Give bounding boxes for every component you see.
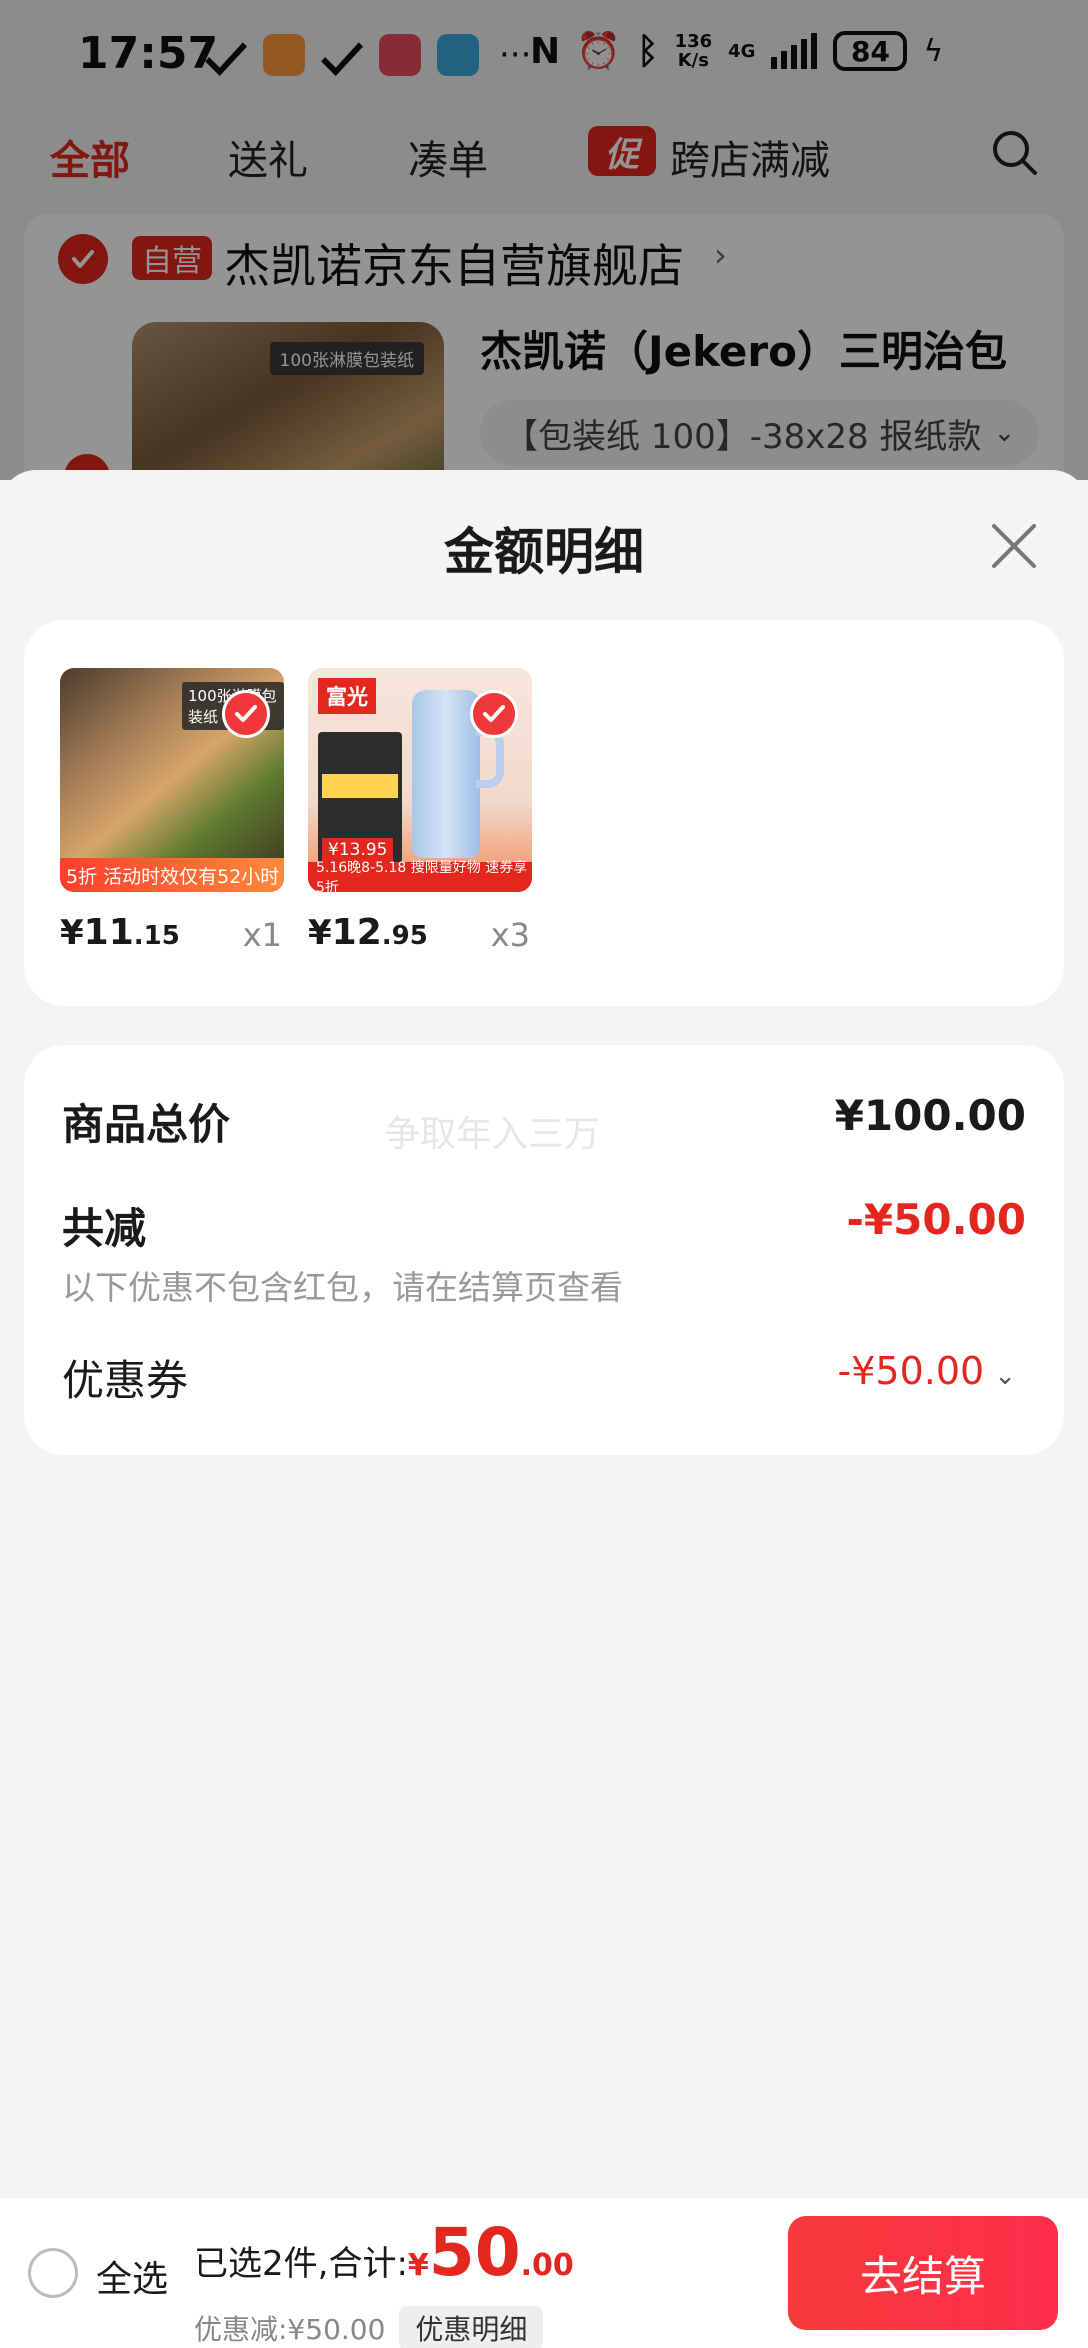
price-row: ¥11.15 x1 [60,912,284,960]
close-icon[interactable] [984,516,1044,576]
product-quantity: x3 [490,916,530,954]
total-decimals: .00 [520,2248,574,2283]
selected-count-text: 已选2件,合计: [194,2244,408,2284]
price-summary-card: 争取年入三万 商品总价 ¥100.00 共减 -¥50.00 以下优惠不包含红包… [24,1045,1064,1455]
amount-detail-sheet: 金额明细 100张淋膜包装纸 5折 活动时效仅有52小时 ¥11.15 x1 富… [0,470,1088,2348]
product-price: ¥11.15 [60,912,180,953]
cart-total-summary: 已选2件,合计: ¥ 50 .00 优惠减:¥50.00 优惠明细 [194,2220,574,2348]
checkmark-icon [470,690,518,738]
total-currency: ¥ [407,2248,429,2283]
discount-line: 优惠减:¥50.00 优惠明细 [194,2306,544,2348]
checkout-bar: 全选 已选2件,合计: ¥ 50 .00 优惠减:¥50.00 优惠明细 去结算 [0,2198,1088,2348]
discount-value: -¥50.00 [846,1195,1026,1244]
checkmark-icon [222,690,270,738]
product-image: 富光 ¥13.95 5.16晚8-5.18 搜限量好物 速券享5折 [308,668,532,892]
total-price-value: ¥100.00 [834,1091,1026,1140]
modal-overlay[interactable] [0,0,1088,480]
promo-banner: 5.16晚8-5.18 搜限量好物 速券享5折 [308,860,532,892]
sheet-title: 金额明细 [444,523,644,581]
discount-label: 共减 [62,1204,147,1253]
total-price-label: 商品总价 [62,1100,231,1149]
coupon-label: 优惠券 [62,1356,189,1405]
product-quantity: x1 [242,916,282,954]
discount-amount-text: 优惠减:¥50.00 [194,2313,386,2346]
brand-label: 富光 [318,678,376,714]
promo-tag: 5折 活动时效仅有52小时 [60,858,284,892]
discount-row: 共减 -¥50.00 以下优惠不包含红包，请在结算页查看 [62,1195,1026,1307]
selected-products-card: 100张淋膜包装纸 5折 活动时效仅有52小时 ¥11.15 x1 富光 ¥13… [24,620,1064,1006]
price-row: ¥12.95 x3 [308,912,532,960]
total-amount: 50 [428,2214,521,2291]
coupon-row[interactable]: 优惠券 -¥50.00 ⌄ [62,1347,1026,1405]
total-line: 已选2件,合计: ¥ 50 .00 [194,2220,574,2286]
product-price: ¥12.95 [308,912,428,953]
total-price-row: 商品总价 ¥100.00 [62,1091,1026,1149]
checkout-button[interactable]: 去结算 [788,2216,1058,2330]
discount-note: 以下优惠不包含红包，请在结算页查看 [62,1268,623,1307]
coupon-value[interactable]: -¥50.00 ⌄ [838,1349,1016,1393]
product-image: 100张淋膜包装纸 5折 活动时效仅有52小时 [60,668,284,892]
chevron-down-icon: ⌄ [994,1361,1016,1391]
discount-detail-button[interactable]: 优惠明细 [399,2306,544,2348]
select-all-checkbox[interactable] [28,2248,78,2298]
select-all-label[interactable]: 全选 [96,2250,168,2302]
